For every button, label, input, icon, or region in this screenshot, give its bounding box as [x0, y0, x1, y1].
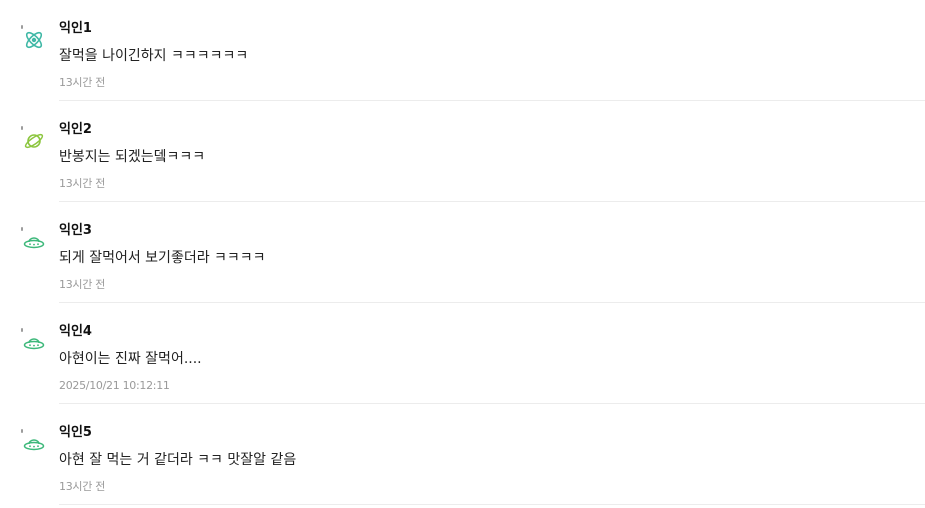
comment-author: 익인1 [59, 21, 92, 36]
comment-time: 2025/10/21 10:12:11 [59, 379, 170, 392]
avatar[interactable] [19, 323, 49, 353]
comment-author: 익인3 [59, 223, 92, 238]
comment-text: 반봉지는 되겠는뎈ㅋㅋㅋ [59, 149, 206, 165]
comment-text: 아현이는 진짜 잘먹어.... [59, 351, 202, 367]
avatar[interactable] [19, 222, 49, 252]
planet-icon [24, 133, 44, 149]
ufo-icon [23, 237, 45, 249]
comment-list: 익인1 잘먹을 나이긴하지 ㅋㅋㅋㅋㅋㅋ 13시간 전 익인2 반봉지는 되겠는… [0, 0, 925, 508]
atom-icon [25, 31, 43, 49]
comment-time: 13시간 전 [59, 177, 106, 190]
divider [59, 504, 925, 505]
comment-author: 익인5 [59, 425, 92, 440]
comment-author: 익인2 [59, 122, 92, 137]
ufo-icon [23, 338, 45, 350]
comment-time: 13시간 전 [59, 278, 106, 291]
comment-item: 익인4 아현이는 진짜 잘먹어.... 2025/10/21 10:12:11 [0, 303, 925, 404]
comment-time: 13시간 전 [59, 480, 106, 493]
comment-author: 익인4 [59, 324, 92, 339]
avatar[interactable] [19, 20, 49, 50]
comment-time: 13시간 전 [59, 76, 106, 89]
comment-item: 익인1 잘먹을 나이긴하지 ㅋㅋㅋㅋㅋㅋ 13시간 전 [0, 0, 925, 101]
comment-text: 아현 잘 먹는 거 같더라 ㅋㅋ 맛잘알 같음 [59, 452, 297, 468]
comment-text: 잘먹을 나이긴하지 ㅋㅋㅋㅋㅋㅋ [59, 48, 249, 64]
comment-item: 익인5 아현 잘 먹는 거 같더라 ㅋㅋ 맛잘알 같음 13시간 전 [0, 404, 925, 505]
ufo-icon [23, 439, 45, 451]
avatar[interactable] [19, 121, 49, 151]
comment-item: 익인2 반봉지는 되겠는뎈ㅋㅋㅋ 13시간 전 [0, 101, 925, 202]
comment-item: 익인3 되게 잘먹어서 보기좋더라 ㅋㅋㅋㅋ 13시간 전 [0, 202, 925, 303]
avatar[interactable] [19, 424, 49, 454]
comment-text: 되게 잘먹어서 보기좋더라 ㅋㅋㅋㅋ [59, 250, 266, 266]
